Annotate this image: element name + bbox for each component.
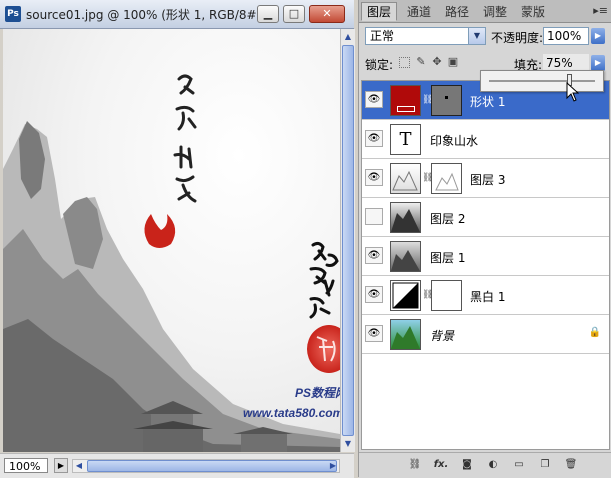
tab-masks[interactable]: 蒙版 [515,2,551,21]
layer-name: 图层 3 [470,173,506,187]
scroll-up-arrow-icon[interactable]: ▲ [342,30,354,44]
opacity-label: 不透明度: [491,31,544,45]
eye-icon[interactable]: 👁 [365,130,383,147]
horizontal-scroll-thumb[interactable] [87,460,337,472]
status-menu-arrow-icon[interactable]: ▶ [54,458,68,473]
layer-thumbnail [390,202,421,233]
lock-all-icon[interactable]: ▣ [447,55,459,68]
tab-adjustments[interactable]: 调整 [477,2,513,21]
layer-row-background[interactable]: 👁 背景 🔒 [362,315,609,354]
photoshop-icon: Ps [5,6,21,22]
layers-panel: 图层 通道 路径 调整 蒙版 ▸≡ 正常 ▼ 不透明度: 100% ▶ 锁定: … [358,0,611,478]
eye-icon[interactable]: 👁 [365,169,383,186]
panel-tabs: 图层 通道 路径 调整 蒙版 ▸≡ [359,0,611,23]
mouse-pointer-icon [566,82,580,102]
lock-pixels-brush-icon[interactable]: ✎ [415,55,427,68]
layer-name: 图层 2 [430,212,466,226]
document-title: source01.jpg @ 100% (形状 1, RGB/8#... [26,8,269,22]
layer-thumbnail [390,163,421,194]
fill-slider-arrow-icon[interactable]: ▶ [591,55,605,71]
maximize-button[interactable]: □ [283,5,305,23]
lock-transparency-icon[interactable] [399,57,410,68]
layer-row-layer-2[interactable]: 👁 图层 2 [362,198,609,237]
document-window: Ps source01.jpg @ 100% (形状 1, RGB/8#... … [0,0,355,478]
chevron-down-icon[interactable]: ▼ [468,28,485,44]
status-bar: 100% ▶ ◀ ▶ [0,453,354,478]
watermark-line1: PS数程网 [295,386,340,400]
opacity-field[interactable]: 100% [543,27,589,45]
scroll-right-arrow-icon[interactable]: ▶ [327,460,339,472]
vertical-scrollbar[interactable]: ▲ ▼ [340,29,355,452]
layer-row-layer-1[interactable]: 👁 图层 1 [362,237,609,276]
layer-row-layer-3[interactable]: 👁 ⛓ 图层 3 [362,159,609,198]
layer-mask-thumbnail [431,280,462,311]
adjustment-icon[interactable]: ◐ [485,458,501,472]
zoom-field[interactable]: 100% [4,458,48,473]
dark-landscape-thumbnail-icon [391,209,420,232]
watermark-line2: www.tata580.com [243,406,340,420]
black-white-adjustment-icon [392,282,419,309]
new-layer-icon[interactable]: ❐ [537,458,553,472]
close-button[interactable]: ✕ [309,5,345,23]
eye-icon[interactable]: 👁 [365,91,383,108]
landscape-artwork: PS数程网 www.tata580.com [3,74,340,452]
text-layer-thumbnail: T [390,124,421,155]
layer-thumbnail [390,241,421,272]
gray-landscape-thumbnail-icon [391,250,420,271]
blend-mode-value: 正常 [370,29,395,43]
document-title-bar[interactable]: Ps source01.jpg @ 100% (形状 1, RGB/8#... … [0,0,354,29]
lock-label: 锁定: [365,58,394,72]
scroll-down-arrow-icon[interactable]: ▼ [342,437,354,451]
shape-fill-thumbnail [390,85,421,116]
eye-hidden-icon[interactable]: 👁 [365,208,383,225]
group-icon[interactable]: ▭ [511,458,527,472]
tab-paths[interactable]: 路径 [439,2,475,21]
lock-icon: 🔒 [588,327,601,338]
panel-menu-icon[interactable]: ▸≡ [593,4,608,17]
eye-icon[interactable]: 👁 [365,325,383,342]
lock-position-move-icon[interactable]: ✥ [431,55,443,68]
layer-row-black-white[interactable]: 👁 ⛓ 黑白 1 [362,276,609,315]
scroll-left-arrow-icon[interactable]: ◀ [73,460,85,472]
layer-name: 印象山水 [430,134,479,148]
minimize-button[interactable]: ▁ [257,5,279,23]
mask-sketch-icon [435,172,459,191]
tab-channels[interactable]: 通道 [401,2,437,21]
fx-icon[interactable]: fx. [433,458,449,472]
layer-mask-thumbnail [431,163,462,194]
tab-layers[interactable]: 图层 [361,2,398,21]
eye-icon[interactable]: 👁 [365,286,383,303]
layer-row-text[interactable]: 👁 T 印象山水 [362,120,609,159]
vector-mask-thumbnail [431,85,462,116]
horizontal-scrollbar[interactable]: ◀ ▶ [72,459,340,473]
image-canvas[interactable]: PS数程网 www.tata580.com [3,29,340,452]
vertical-scroll-thumb[interactable] [342,45,354,436]
layers-list: 👁 ⛓ 形状 1 👁 T 印象山水 👁 ⛓ 图层 3 图层 2 👁 图层 1 👁… [361,80,610,450]
fill-slider-popup[interactable] [480,70,604,92]
eye-icon[interactable]: 👁 [365,247,383,264]
background-thumbnail [390,319,421,350]
color-landscape-thumbnail-icon [391,326,420,349]
blend-mode-select[interactable]: 正常 ▼ [365,27,486,45]
adjustment-thumbnail [390,280,421,311]
layer-name: 背景 [430,329,455,343]
layer-name: 黑白 1 [470,290,506,304]
sketch-thumbnail-icon [392,170,418,191]
mask-icon[interactable]: ◙ [459,458,475,472]
panel-bottom-bar: ⛓ fx. ◙ ◐ ▭ ❐ 🗑 [359,452,611,478]
link-icon[interactable]: ⛓ [407,458,423,472]
opacity-slider-arrow-icon[interactable]: ▶ [591,28,605,44]
trash-icon[interactable]: 🗑 [563,458,579,472]
layer-name: 形状 1 [470,95,506,109]
layer-name: 图层 1 [430,251,466,265]
